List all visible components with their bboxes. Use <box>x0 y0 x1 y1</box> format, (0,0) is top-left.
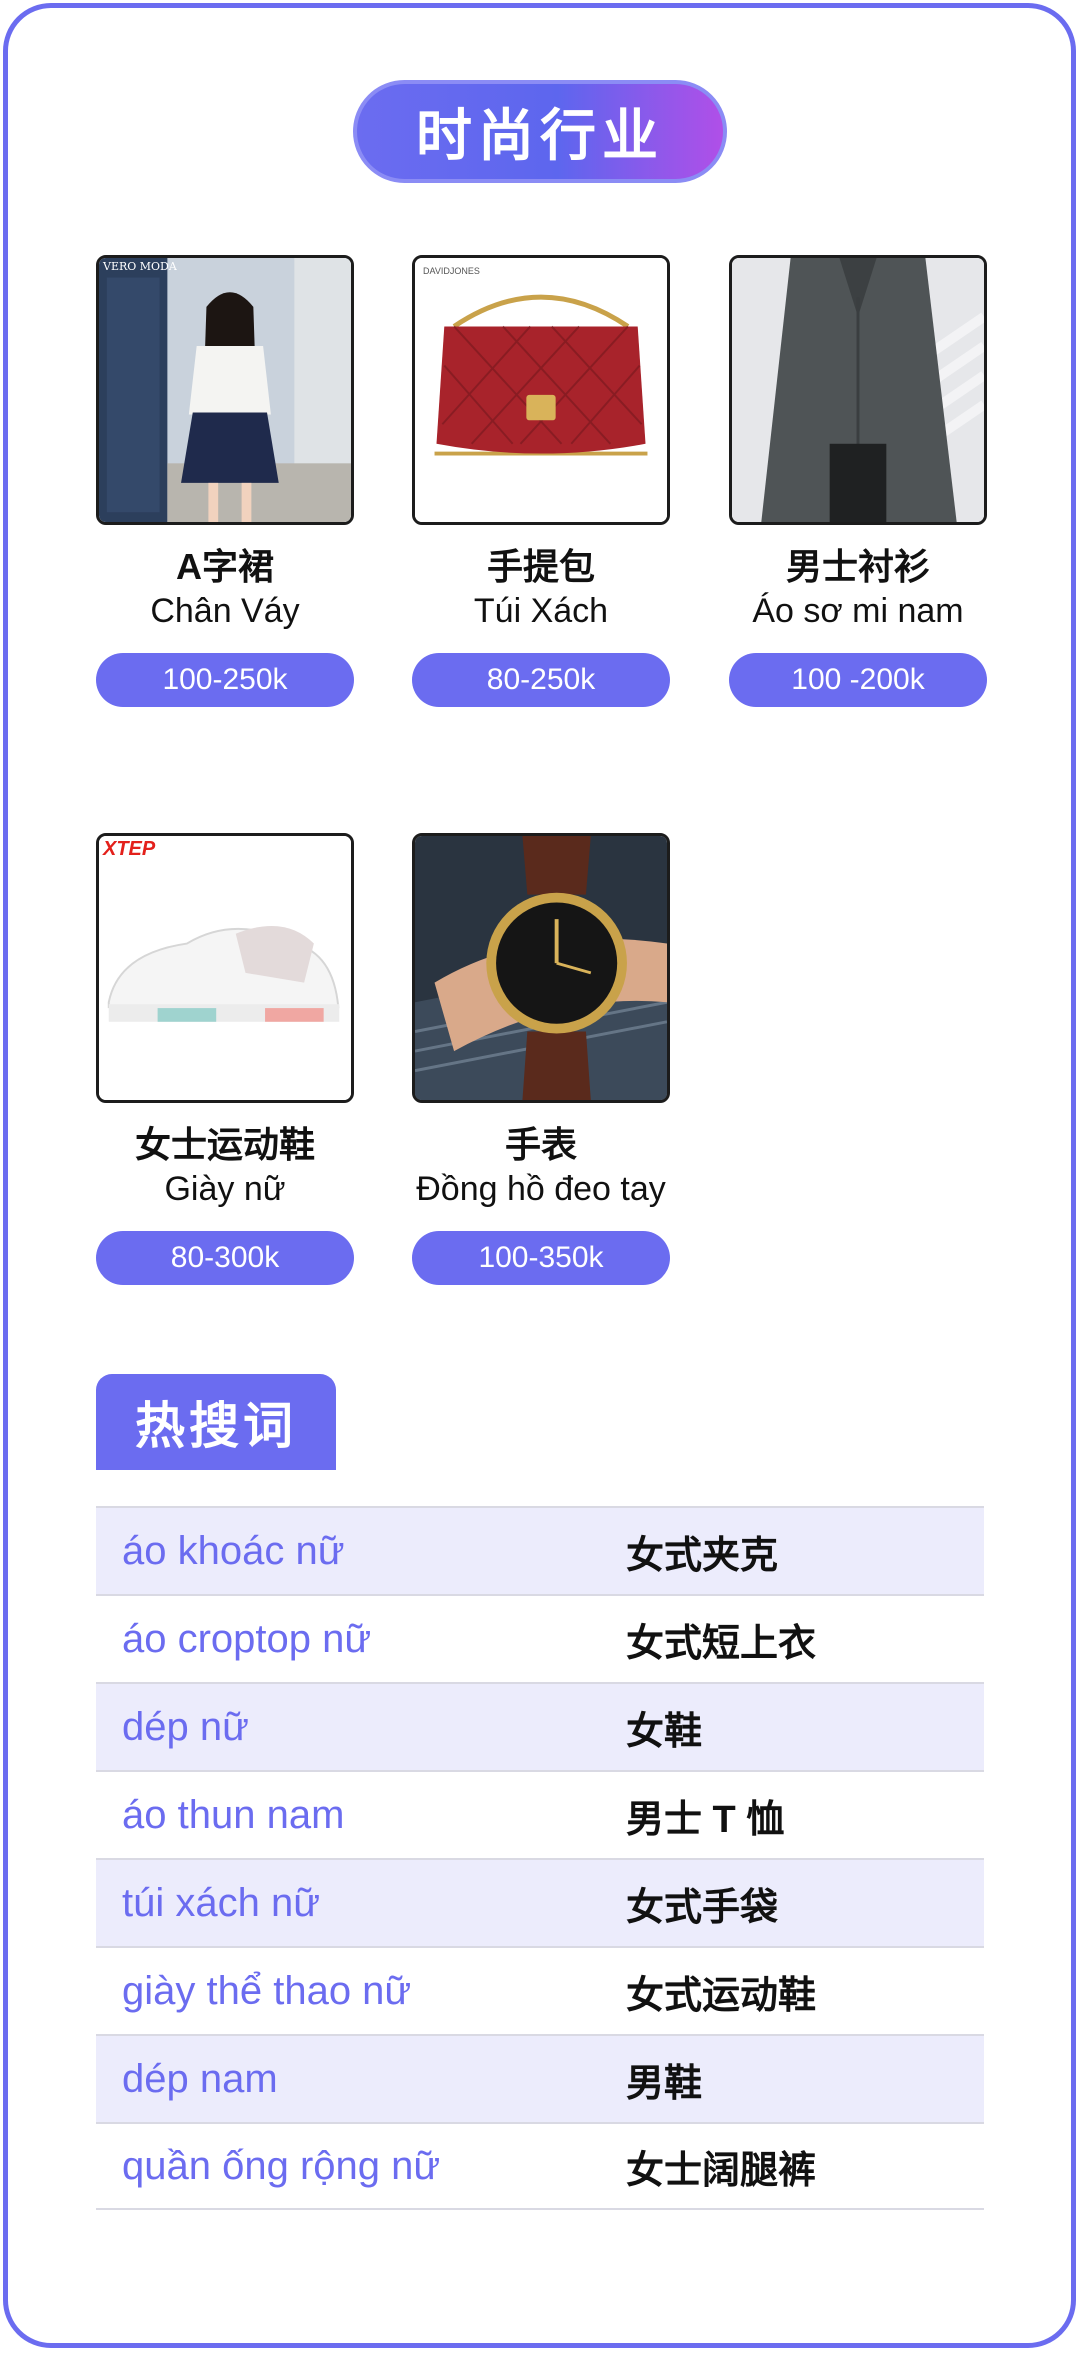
keyword-cn: 女士阔腿裤 <box>626 2149 817 2192</box>
product-card-watch[interactable]: 手表 Đồng hồ đeo tay 100-350k <box>412 833 670 1285</box>
product-name-cn: 手提包 <box>486 546 595 587</box>
product-name-cn: 男士衬衫 <box>785 546 930 587</box>
brand-label: VERO MODA <box>103 260 177 273</box>
keyword-cn: 女式短上衣 <box>626 1622 817 1665</box>
table-row[interactable]: giày thể thao nữ 女式运动鞋 <box>96 1946 984 2034</box>
section-title: 时尚行业 <box>353 80 727 183</box>
product-image-watch <box>412 833 670 1103</box>
table-row[interactable]: dép nam 男鞋 <box>96 2034 984 2122</box>
table-row[interactable]: áo croptop nữ 女式短上衣 <box>96 1594 984 1682</box>
product-image-sneaker: XTEP <box>96 833 354 1103</box>
keyword-cn: 女式夹克 <box>626 1534 779 1577</box>
keyword-vn: dép nam <box>122 2056 278 2101</box>
product-image-handbag: DAVIDJONES <box>412 255 670 525</box>
product-name-cn: 女士运动鞋 <box>134 1124 315 1165</box>
price-badge: 80-250k <box>412 653 670 707</box>
product-name-cn: 手表 <box>504 1124 577 1165</box>
keyword-vn: túi xách nữ <box>122 1880 320 1925</box>
product-name-vn: Túi Xách <box>473 592 609 630</box>
keyword-cn: 女鞋 <box>626 1710 703 1753</box>
product-name-vn: Áo sơ mi nam <box>752 592 964 630</box>
hot-search-table: áo khoác nữ 女式夹克 áo croptop nữ 女式短上衣 dép… <box>96 1506 984 2210</box>
price-badge: 100-250k <box>96 653 354 707</box>
keyword-vn: dép nữ <box>122 1704 249 1749</box>
keyword-vn: áo croptop nữ <box>122 1616 372 1661</box>
keyword-cn: 男士 T 恤 <box>626 1798 785 1841</box>
product-card-handbag[interactable]: DAVIDJONES 手提包 Túi Xách 80-250k <box>412 255 670 707</box>
product-name-vn: Giày nữ <box>164 1170 286 1208</box>
price-badge: 80-300k <box>96 1231 354 1285</box>
keyword-cn: 女式运动鞋 <box>626 1974 817 2017</box>
table-row[interactable]: túi xách nữ 女式手袋 <box>96 1858 984 1946</box>
product-name-cn: A字裙 <box>176 546 274 587</box>
table-row[interactable]: quần ống rộng nữ 女士阔腿裤 <box>96 2122 984 2210</box>
keyword-vn: áo thun nam <box>122 1792 345 1837</box>
keyword-vn: áo khoác nữ <box>122 1528 345 1573</box>
product-card-sneaker[interactable]: XTEP 女士运动鞋 Giày nữ 80-300k <box>96 833 354 1285</box>
keyword-vn: giày thể thao nữ <box>122 1968 412 2013</box>
hot-search-title: 热搜词 <box>96 1374 336 1470</box>
product-name-vn: Chân Váy <box>150 592 300 630</box>
product-image-skirt: VERO MODA <box>96 255 354 525</box>
brand-label: XTEP <box>103 838 156 860</box>
product-card-skirt[interactable]: VERO MODA A字裙 Chân Váy 100-250k <box>96 255 354 707</box>
brand-label: DAVIDJONES <box>423 266 480 276</box>
keyword-cn: 男鞋 <box>626 2062 703 2105</box>
table-row[interactable]: áo thun nam 男士 T 恤 <box>96 1770 984 1858</box>
product-image-shirt <box>729 255 987 525</box>
price-badge: 100-350k <box>412 1231 670 1285</box>
price-badge: 100 -200k <box>729 653 987 707</box>
product-name-vn: Đồng hồ đeo tay <box>416 1170 666 1208</box>
table-row[interactable]: dép nữ 女鞋 <box>96 1682 984 1770</box>
keyword-cn: 女式手袋 <box>626 1886 779 1929</box>
product-card-shirt[interactable]: 男士衬衫 Áo sơ mi nam 100 -200k <box>729 255 987 707</box>
keyword-vn: quần ống rộng nữ <box>122 2143 441 2188</box>
table-row[interactable]: áo khoác nữ 女式夹克 <box>96 1506 984 1594</box>
